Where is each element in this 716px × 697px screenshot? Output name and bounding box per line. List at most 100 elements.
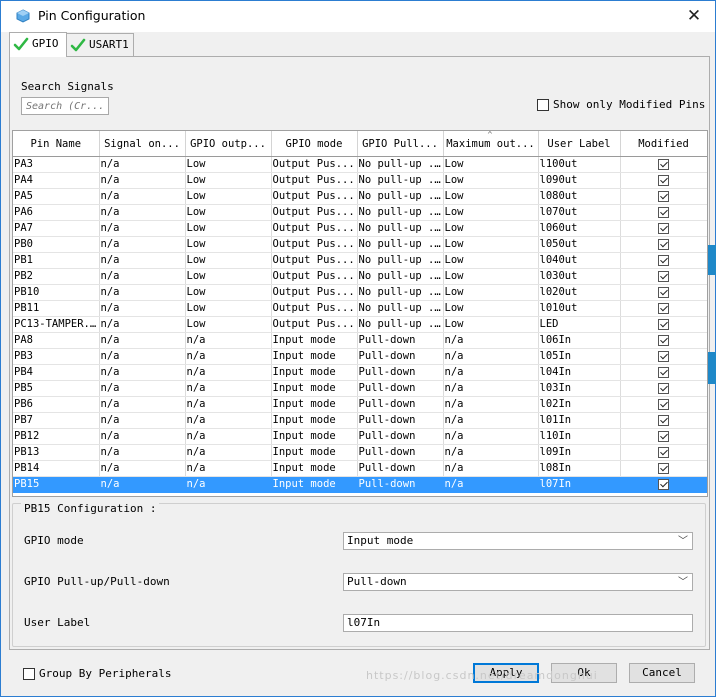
cell-user-label: l020ut [538,284,621,301]
cell-user-label: l06In [538,332,621,349]
tab-gpio-label: GPIO [32,37,59,50]
tab-gpio[interactable]: GPIO [9,32,67,57]
table-row[interactable]: PB7 n/a n/a Input mode Pull-down n/a l01In [13,412,707,429]
cell-max-output-speed: Low [443,172,539,189]
cell-pin-name: PB5 [13,380,100,397]
sort-ascending-icon: ^ [487,131,493,139]
cell-signal: n/a [99,316,186,333]
modified-checkbox[interactable] [658,190,669,202]
cell-max-output-speed: n/a [443,396,539,413]
table-row[interactable]: PB2 n/a Low Output Pus... No pull-up ... Low l… [13,268,707,285]
group-by-peripherals-toggle[interactable]: Group By Peripherals [23,667,171,680]
table-row[interactable]: PB0 n/a Low Output Pus... No pull-up ... Low l… [13,236,707,253]
table-row[interactable]: PB1 n/a Low Output Pus... No pull-up ... Low l… [13,252,707,269]
cell-user-label: LED [538,316,621,333]
table-row[interactable]: PA7 n/a Low Output Pus... No pull-up ... Low l… [13,220,707,237]
table-row[interactable]: PB15 n/a n/a Input mode Pull-down n/a l07In [13,476,707,493]
modified-checkbox[interactable] [658,462,669,474]
cell-gpio-output: Low [185,300,272,317]
tab-usart1[interactable]: USART1 [66,33,134,56]
search-input[interactable] [21,97,109,115]
column-header-max-output-speed[interactable]: ^ Maximum out... [443,131,539,157]
modified-checkbox[interactable] [658,446,669,458]
table-row[interactable]: PB10 n/a Low Output Pus... No pull-up ... Low… [13,284,707,301]
cancel-button[interactable]: Cancel [629,663,695,683]
table-row[interactable]: PA3 n/a Low Output Pus... No pull-up ... Low l… [13,156,707,173]
column-header-signal[interactable]: Signal on... [99,131,186,157]
modified-checkbox[interactable] [658,430,669,442]
table-row[interactable]: PC13-TAMPER... n/a Low Output Pus... No pull… [13,316,707,333]
user-label-input[interactable]: l07In [343,614,693,632]
table-row[interactable]: PB13 n/a n/a Input mode Pull-down n/a l09In [13,444,707,461]
gpio-mode-select[interactable]: Input mode ﹀ [343,532,693,550]
cell-gpio-mode: Input mode [271,460,358,477]
cell-signal: n/a [99,348,186,365]
cell-gpio-pull: Pull-down [357,460,444,477]
modified-checkbox[interactable] [658,254,669,266]
cell-gpio-pull: No pull-up ... [357,204,444,221]
modified-checkbox[interactable] [658,174,669,186]
cell-gpio-mode: Output Pus... [271,316,358,333]
cell-pin-name: PB11 [13,300,100,317]
modified-checkbox[interactable] [658,222,669,234]
table-row[interactable]: PB6 n/a n/a Input mode Pull-down n/a l02In [13,396,707,413]
cell-max-output-speed: Low [443,284,539,301]
cell-signal: n/a [99,396,186,413]
table-row[interactable]: PB3 n/a n/a Input mode Pull-down n/a l05In [13,348,707,365]
modified-checkbox[interactable] [658,398,669,410]
column-header-gpio-output[interactable]: GPIO outp... [185,131,272,157]
cell-gpio-pull: Pull-down [357,364,444,381]
column-header-pin-name[interactable]: Pin Name [13,131,100,157]
cell-gpio-output: n/a [185,444,272,461]
modified-checkbox[interactable] [658,478,669,490]
show-modified-checkbox[interactable] [537,99,549,111]
table-row[interactable]: PB12 n/a n/a Input mode Pull-down n/a l10In [13,428,707,445]
modified-checkbox[interactable] [658,350,669,362]
gpio-mode-value: Input mode [347,534,414,547]
column-header-modified[interactable]: Modified [620,131,707,157]
modified-checkbox[interactable] [658,158,669,170]
modified-checkbox[interactable] [658,414,669,426]
modified-checkbox[interactable] [658,318,669,330]
modified-checkbox[interactable] [658,206,669,218]
modified-checkbox[interactable] [658,238,669,250]
cell-max-output-speed: n/a [443,460,539,477]
gpio-pull-label: GPIO Pull-up/Pull-down [24,575,170,588]
table-row[interactable]: PA8 n/a n/a Input mode Pull-down n/a l06In [13,332,707,349]
cell-pin-name: PB7 [13,412,100,429]
cell-user-label: l060ut [538,220,621,237]
modified-checkbox[interactable] [658,382,669,394]
cell-pin-name: PA3 [13,156,100,173]
cell-gpio-pull: No pull-up ... [357,156,444,173]
group-by-peripherals-checkbox[interactable] [23,668,35,680]
table-row[interactable]: PA4 n/a Low Output Pus... No pull-up ... Low l… [13,172,707,189]
cell-gpio-pull: Pull-down [357,476,444,493]
table-row[interactable]: PB5 n/a n/a Input mode Pull-down n/a l03In [13,380,707,397]
modified-checkbox[interactable] [658,286,669,298]
column-header-gpio-mode[interactable]: GPIO mode [271,131,358,157]
pin-table: Pin Name Signal on... GPIO outp... GPIO … [13,131,707,493]
column-header-max-output-label: Maximum out... [446,137,535,150]
cell-pin-name: PA4 [13,172,100,189]
table-row[interactable]: PA5 n/a Low Output Pus... No pull-up ... Low l… [13,188,707,205]
table-row[interactable]: PB11 n/a Low Output Pus... No pull-up ... Low… [13,300,707,317]
cell-modified [620,364,707,381]
gpio-pull-select[interactable]: Pull-down ﹀ [343,573,693,591]
cell-max-output-speed: Low [443,204,539,221]
cell-gpio-pull: Pull-down [357,348,444,365]
cell-signal: n/a [99,476,186,493]
modified-checkbox[interactable] [658,366,669,378]
cell-signal: n/a [99,252,186,269]
show-modified-pins-toggle[interactable]: Show only Modified Pins [537,98,705,111]
table-row[interactable]: PB14 n/a n/a Input mode Pull-down n/a l08In [13,460,707,477]
cell-signal: n/a [99,172,186,189]
column-header-user-label[interactable]: User Label [538,131,621,157]
table-row[interactable]: PB4 n/a n/a Input mode Pull-down n/a l04In [13,364,707,381]
cell-max-output-speed: n/a [443,380,539,397]
modified-checkbox[interactable] [658,270,669,282]
close-icon[interactable]: ✕ [684,6,704,26]
column-header-gpio-pull[interactable]: GPIO Pull... [357,131,444,157]
modified-checkbox[interactable] [658,334,669,346]
table-row[interactable]: PA6 n/a Low Output Pus... No pull-up ... Low l… [13,204,707,221]
modified-checkbox[interactable] [658,302,669,314]
